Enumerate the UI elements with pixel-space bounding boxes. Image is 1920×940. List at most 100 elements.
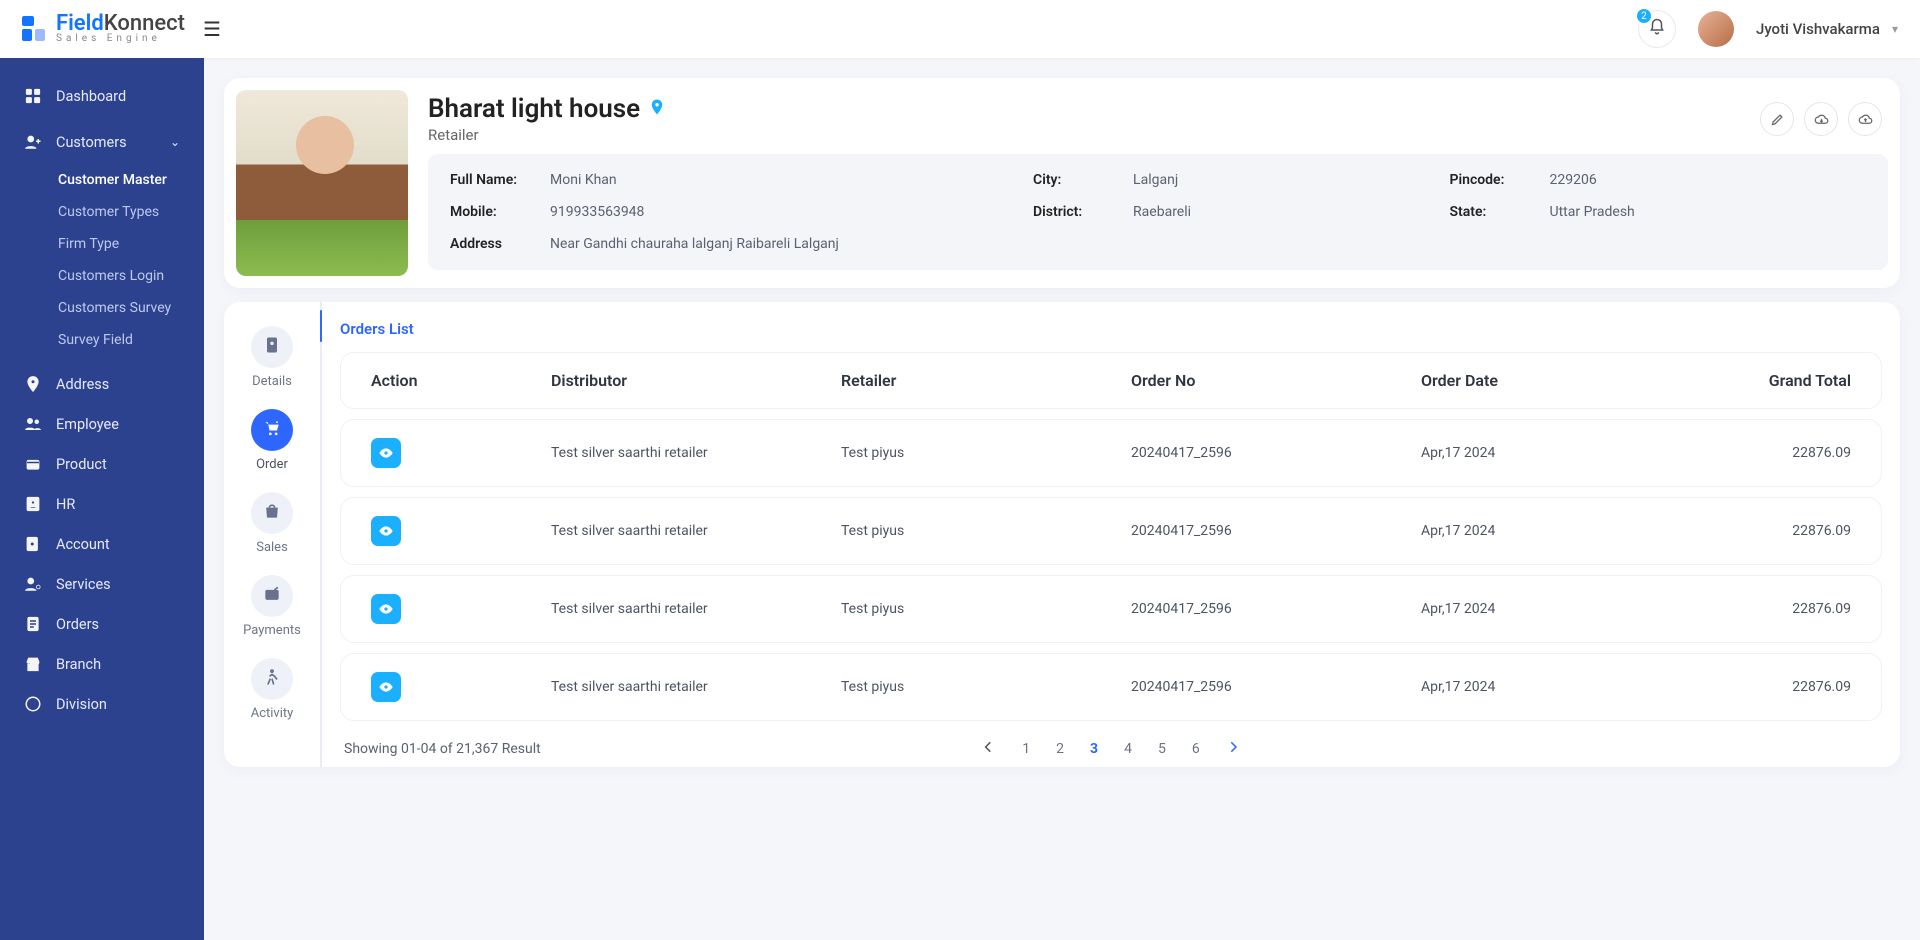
customer-profile-card: Bharat light house Retailer Full Name: [224,78,1900,288]
tab-activity[interactable]: Activity [251,652,294,727]
nav-branch[interactable]: Branch [0,644,204,684]
value: Near Gandhi chauraha lalganj Raibareli L… [550,236,839,252]
user-menu-chevron-icon[interactable]: ▾ [1892,22,1898,36]
tab-details[interactable]: Details [251,320,293,395]
profile-actions [1760,102,1882,136]
pager-next[interactable] [1226,739,1242,759]
col-grand-total: Grand Total [1711,371,1851,390]
value: Moni Khan [550,172,617,188]
table-row: Test silver saarthi retailerTest piyus20… [340,653,1882,721]
pager-page-5[interactable]: 5 [1158,741,1166,757]
topbar-left: FieldKonnect Sales Engine ☰ [22,14,221,45]
label: Mobile: [450,204,532,220]
tab-payments[interactable]: Payments [243,569,301,644]
view-order-button[interactable] [371,672,401,702]
nav-label: Branch [56,656,101,673]
pager-row: Showing 01-04 of 21,367 Result 1 2 3 4 5 6 [340,731,1882,757]
product-icon [24,455,42,473]
info-mobile: Mobile: 919933563948 [450,204,1033,220]
info-pincode: Pincode: 229206 [1450,172,1866,188]
label: Pincode: [1450,172,1532,188]
pager-prev[interactable] [980,739,996,759]
nav-label: Customers [56,134,127,151]
value: 919933563948 [550,204,644,220]
brand-logo[interactable]: FieldKonnect Sales Engine [22,14,185,45]
nav-address[interactable]: Address [0,364,204,404]
cell-grand-total: 22876.09 [1711,445,1851,461]
tab-label: Payments [243,623,301,638]
tab-label: Order [256,457,288,472]
nav-label: Dashboard [56,88,126,105]
table-row: Test silver saarthi retailerTest piyus20… [340,575,1882,643]
customer-photo [236,90,408,276]
division-icon [24,695,42,713]
pager-page-6[interactable]: 6 [1192,741,1200,757]
cell-order-date: Apr,17 2024 [1421,523,1711,539]
subnav-survey-field[interactable]: Survey Field [0,324,204,356]
cloud-upload-button[interactable] [1848,102,1882,136]
nav-services[interactable]: Services [0,564,204,604]
subnav-customer-types[interactable]: Customer Types [0,196,204,228]
subnav-customers-login[interactable]: Customers Login [0,260,204,292]
view-order-button[interactable] [371,516,401,546]
hr-icon [24,495,42,513]
dashboard-icon [24,87,42,105]
tab-sales[interactable]: Sales [251,486,293,561]
view-order-button[interactable] [371,594,401,624]
cloud-download-button[interactable] [1804,102,1838,136]
pager-page-4[interactable]: 4 [1124,741,1132,757]
subnav-customers-survey[interactable]: Customers Survey [0,292,204,324]
hamburger-icon[interactable]: ☰ [203,17,221,41]
nav-label: HR [56,496,75,513]
customer-type: Retailer [428,126,666,144]
employee-icon [24,415,42,433]
subnav-firm-type[interactable]: Firm Type [0,228,204,260]
col-retailer: Retailer [841,371,1131,390]
nav-employee[interactable]: Employee [0,404,204,444]
label: Full Name: [450,172,532,188]
subnav-customer-master[interactable]: Customer Master [0,164,204,196]
pager-page-1[interactable]: 1 [1022,741,1030,757]
sidebar: Dashboard Customers ⌄ Customer Master Cu… [0,58,204,940]
cell-distributor: Test silver saarthi retailer [551,679,841,695]
cell-order-no: 20240417_2596 [1131,523,1421,539]
tab-label: Activity [251,706,294,721]
pager-summary: Showing 01-04 of 21,367 Result [344,741,541,757]
activity-icon [262,667,282,691]
avatar[interactable] [1698,11,1734,47]
value: 229206 [1550,172,1597,188]
profile-right: Bharat light house Retailer Full Name: [428,90,1888,276]
info-full-name: Full Name: Moni Khan [450,172,1033,188]
view-order-button[interactable] [371,438,401,468]
logo-mark-icon [22,16,48,42]
location-pin-icon[interactable] [648,98,666,120]
pager-page-2[interactable]: 2 [1056,741,1064,757]
customers-icon [24,133,42,151]
nav-account[interactable]: Account [0,524,204,564]
nav-hr[interactable]: HR [0,484,204,524]
nav-division[interactable]: Division [0,684,204,724]
col-action: Action [371,371,551,390]
layout: Dashboard Customers ⌄ Customer Master Cu… [0,58,1920,940]
cart-icon [262,418,282,442]
tab-label: Details [252,374,292,389]
notifications-button[interactable]: 2 [1638,10,1676,48]
customer-name: Bharat light house [428,94,640,124]
cell-order-no: 20240417_2596 [1131,445,1421,461]
nav-product[interactable]: Product [0,444,204,484]
pin-icon [24,375,42,393]
topbar-right: 2 Jyoti Vishvakarma ▾ [1638,10,1898,48]
nav-dashboard[interactable]: Dashboard [0,76,204,116]
orders-table-head: Action Distributor Retailer Order No Ord… [340,352,1882,409]
bag-icon [262,501,282,525]
tab-order[interactable]: Order [251,403,293,478]
cell-grand-total: 22876.09 [1711,523,1851,539]
pager-page-3[interactable]: 3 [1090,741,1098,757]
nav-customers[interactable]: Customers ⌄ [0,122,204,162]
nav-label: Account [56,536,110,553]
cell-distributor: Test silver saarthi retailer [551,523,841,539]
nav-label: Product [56,456,107,473]
nav-orders[interactable]: Orders [0,604,204,644]
edit-button[interactable] [1760,102,1794,136]
pagination: 1 2 3 4 5 6 [980,739,1241,759]
